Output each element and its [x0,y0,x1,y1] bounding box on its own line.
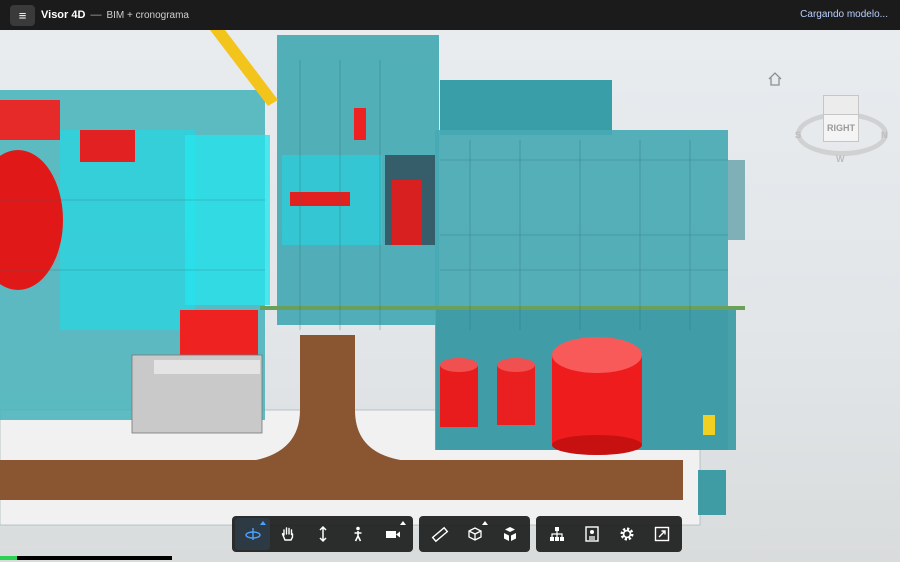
loading-status: Cargando modelo... [800,9,888,20]
red-tank-medium [497,358,535,425]
explode-button[interactable] [492,518,527,550]
compass-east[interactable]: N [881,130,888,140]
viewcube-top-face[interactable] [823,95,859,114]
compass-south[interactable]: W [836,154,845,164]
pan-button[interactable] [270,518,305,550]
settings-tools [536,516,682,552]
app-subtitle: BIM + cronograma [106,9,189,21]
orbit-icon [244,528,261,540]
menu-button[interactable]: ≡ [10,4,35,26]
hamburger-icon: ≡ [18,7,27,23]
model-viewport[interactable]: S N W RIGHT [0,30,900,562]
analysis-tools [419,516,530,552]
settings-button[interactable] [609,518,644,550]
orbit-menu-caret[interactable] [260,521,266,525]
fullscreen-icon [654,526,669,542]
properties-button[interactable] [574,518,609,550]
model-browser-icon [549,527,564,541]
viewer-toolbar [232,516,682,552]
section-menu-caret[interactable] [482,521,488,525]
properties-icon [584,526,599,542]
section-box-button[interactable] [457,518,492,550]
zoom-icon [318,525,327,543]
section-box-icon [467,527,482,541]
viewcube-right-face[interactable]: RIGHT [823,114,859,142]
road-horizontal [0,460,683,500]
compass-west[interactable]: S [795,130,801,140]
camera-icon [385,531,400,538]
first-person-icon [354,526,361,542]
navigation-tools [232,516,413,552]
first-person-button[interactable] [340,518,375,550]
orbit-button[interactable] [235,518,270,550]
measure-icon [431,526,448,543]
fullscreen-button[interactable] [644,518,679,550]
zoom-button[interactable] [305,518,340,550]
app-header: ≡ Visor 4D — BIM + cronograma Cargando m… [0,0,900,30]
viewcube[interactable]: S N W RIGHT [792,92,892,167]
red-tank-large [552,337,642,455]
pan-hand-icon [281,527,293,541]
measure-button[interactable] [422,518,457,550]
loading-progress-fill [0,556,18,560]
settings-gear-icon [620,527,633,541]
model-browser-button[interactable] [539,518,574,550]
camera-menu-caret[interactable] [400,521,406,525]
home-icon[interactable] [767,72,783,86]
bim-model-render [0,30,745,526]
app-title: Visor 4D [41,9,86,21]
red-tank-small [440,358,478,427]
title-separator: — [90,9,102,21]
explode-icon [503,527,516,541]
loading-progress-bar [0,556,172,560]
camera-button[interactable] [375,518,410,550]
